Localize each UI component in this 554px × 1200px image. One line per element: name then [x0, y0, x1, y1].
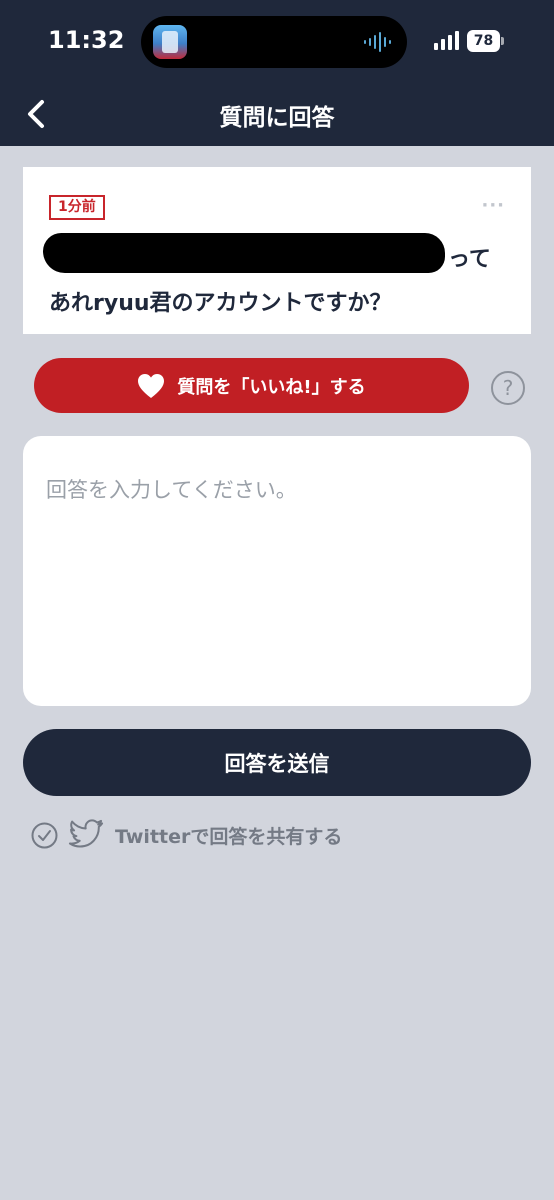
page-title: 質問に回答: [219, 105, 335, 131]
time-badge: 1分前: [49, 195, 105, 220]
twitter-bird-icon: [68, 819, 104, 848]
like-question-button[interactable]: 質問を「いいね!」する: [34, 358, 469, 413]
status-time: 11:32: [48, 26, 125, 54]
answer-input[interactable]: [23, 436, 531, 706]
like-button-label: 質問を「いいね!」する: [177, 376, 366, 398]
question-text: あれryuu君のアカウントですか？: [49, 291, 392, 316]
question-text-suffix: って: [448, 247, 491, 272]
redaction-mark: [43, 233, 445, 273]
top-bar: 11:32 78 質問に回答: [0, 0, 554, 146]
battery-level: 78: [467, 30, 500, 52]
cellular-signal-icon: [434, 31, 459, 50]
check-circle-icon[interactable]: [31, 822, 58, 849]
help-button[interactable]: ?: [491, 371, 525, 405]
more-options-button[interactable]: ···: [481, 195, 505, 216]
battery-indicator: 78: [467, 30, 504, 52]
dynamic-island: [141, 16, 407, 68]
now-playing-app-icon: [153, 25, 187, 59]
question-card: 1分前 ··· って あれryuu君のアカウントですか？: [23, 167, 531, 334]
heart-icon: [137, 373, 165, 399]
submit-answer-button[interactable]: 回答を送信: [23, 729, 531, 796]
audio-waveform-icon: [364, 32, 391, 52]
share-twitter-label: Twitterで回答を共有する: [115, 826, 343, 848]
battery-cap: [501, 37, 504, 45]
